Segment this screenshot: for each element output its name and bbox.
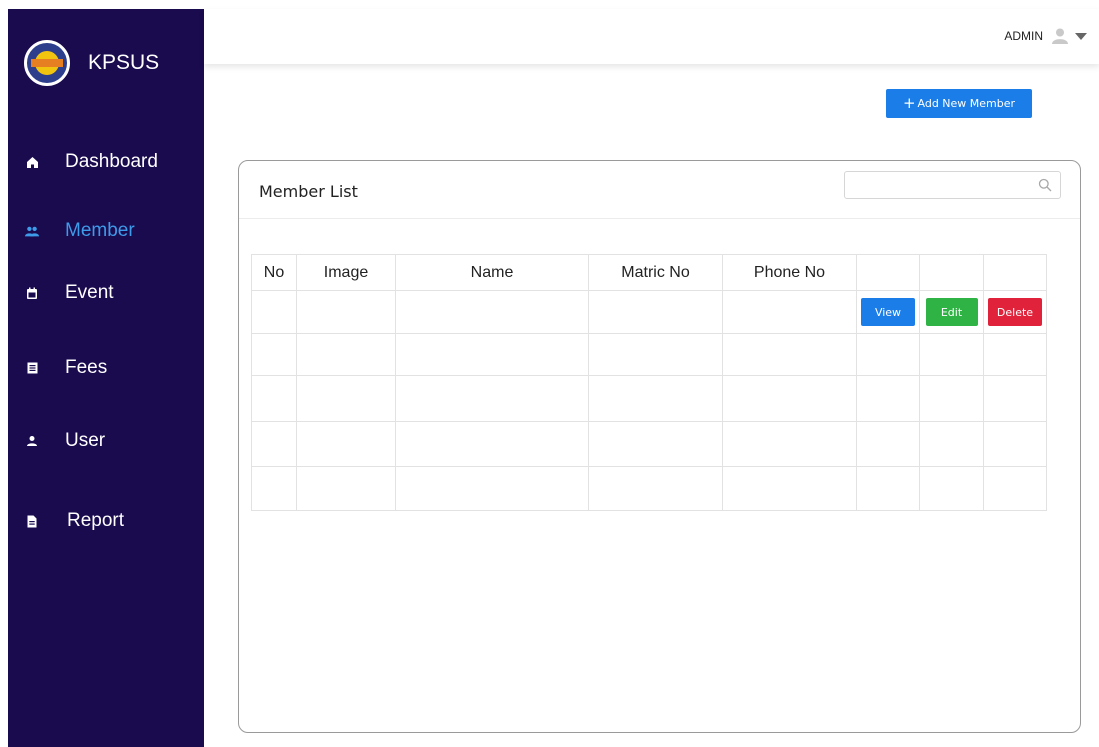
receipt-icon	[25, 361, 39, 375]
brand[interactable]: KPSUS	[24, 39, 159, 87]
cell-no	[251, 375, 297, 422]
cell-image	[296, 466, 396, 511]
card-header: Member List	[239, 161, 1080, 219]
cell-matric-no	[588, 375, 723, 422]
plus-icon: +	[902, 94, 916, 112]
cell-no	[251, 421, 297, 467]
cell-view	[856, 466, 920, 511]
topbar: ADMIN	[204, 9, 1099, 64]
search-box	[844, 171, 1061, 199]
sidebar-item-label: Dashboard	[65, 151, 158, 172]
cell-name	[395, 290, 589, 334]
calendar-icon	[25, 286, 39, 300]
cell-image	[296, 290, 396, 334]
home-icon	[25, 155, 39, 169]
delete-button[interactable]: Delete	[988, 298, 1042, 326]
member-table: No Image Name Matric No Phone No View Ed…	[251, 254, 1047, 511]
cell-phone-no	[722, 466, 857, 511]
cell-name	[395, 375, 589, 422]
cell-delete	[983, 421, 1047, 467]
table-row	[251, 375, 1047, 422]
table-row	[251, 421, 1047, 467]
sidebar-item-user[interactable]: User	[8, 421, 204, 461]
cell-image	[296, 375, 396, 422]
cell-no	[251, 466, 297, 511]
sidebar-item-fees[interactable]: Fees	[8, 348, 204, 388]
column-header-image: Image	[296, 254, 396, 291]
cell-name	[395, 333, 589, 376]
cell-name	[395, 421, 589, 467]
edit-button[interactable]: Edit	[925, 298, 978, 326]
cell-no	[251, 333, 297, 376]
sidebar-item-label: Member	[65, 220, 135, 241]
search-icon[interactable]	[1038, 178, 1052, 192]
users-icon	[25, 224, 39, 238]
cell-phone-no	[722, 375, 857, 422]
sidebar-item-member[interactable]: Member	[8, 211, 204, 251]
sidebar: KPSUS Dashboard Member Event Fees User R…	[8, 9, 204, 747]
brand-name: KPSUS	[88, 51, 160, 74]
column-header-phone-no: Phone No	[722, 254, 857, 291]
column-header-matric-no: Matric No	[588, 254, 723, 291]
cell-image	[296, 421, 396, 467]
column-header-view	[856, 254, 920, 291]
cell-matric-no	[588, 466, 723, 511]
table-row	[251, 466, 1047, 511]
sidebar-item-label: User	[65, 430, 106, 451]
sidebar-item-dashboard[interactable]: Dashboard	[8, 142, 204, 182]
cell-matric-no	[588, 421, 723, 467]
cell-matric-no	[588, 290, 723, 334]
cell-no	[251, 290, 297, 334]
user-icon	[25, 434, 39, 448]
view-button[interactable]: View	[861, 298, 915, 326]
user-menu[interactable]: ADMIN	[1004, 27, 1087, 45]
cell-edit	[919, 375, 984, 422]
cell-edit: Edit	[919, 290, 984, 334]
cell-name	[395, 466, 589, 511]
cell-edit	[919, 466, 984, 511]
table-row	[251, 333, 1047, 376]
card-title: Member List	[259, 182, 358, 201]
table-header-row: No Image Name Matric No Phone No	[251, 254, 1047, 291]
column-header-edit	[919, 254, 984, 291]
cell-delete	[983, 375, 1047, 422]
column-header-delete	[983, 254, 1047, 291]
cell-phone-no	[722, 290, 857, 334]
sidebar-item-report[interactable]: Report	[8, 501, 204, 541]
cell-delete	[983, 466, 1047, 511]
file-icon	[25, 514, 39, 528]
cell-delete	[983, 333, 1047, 376]
add-new-member-button[interactable]: + Add New Member	[886, 89, 1032, 118]
cell-view	[856, 421, 920, 467]
cell-edit	[919, 421, 984, 467]
avatar-icon	[1051, 27, 1069, 45]
sidebar-item-label: Fees	[65, 357, 108, 378]
kpsus-logo	[24, 40, 70, 86]
cell-view	[856, 375, 920, 422]
cell-delete: Delete	[983, 290, 1047, 334]
add-new-member-label: Add New Member	[917, 97, 1016, 110]
sidebar-item-label: Report	[67, 510, 125, 531]
search-input[interactable]	[845, 172, 1035, 198]
column-header-name: Name	[395, 254, 589, 291]
cell-matric-no	[588, 333, 723, 376]
cell-phone-no	[722, 333, 857, 376]
table-row: View Edit Delete	[251, 290, 1047, 334]
cell-view: View	[856, 290, 920, 334]
user-name: ADMIN	[1004, 29, 1043, 43]
sidebar-item-event[interactable]: Event	[8, 273, 204, 313]
cell-image	[296, 333, 396, 376]
sidebar-item-label: Event	[65, 282, 114, 303]
cell-view	[856, 333, 920, 376]
cell-edit	[919, 333, 984, 376]
cell-phone-no	[722, 421, 857, 467]
column-header-no: No	[251, 254, 297, 291]
caret-down-icon	[1075, 32, 1087, 40]
